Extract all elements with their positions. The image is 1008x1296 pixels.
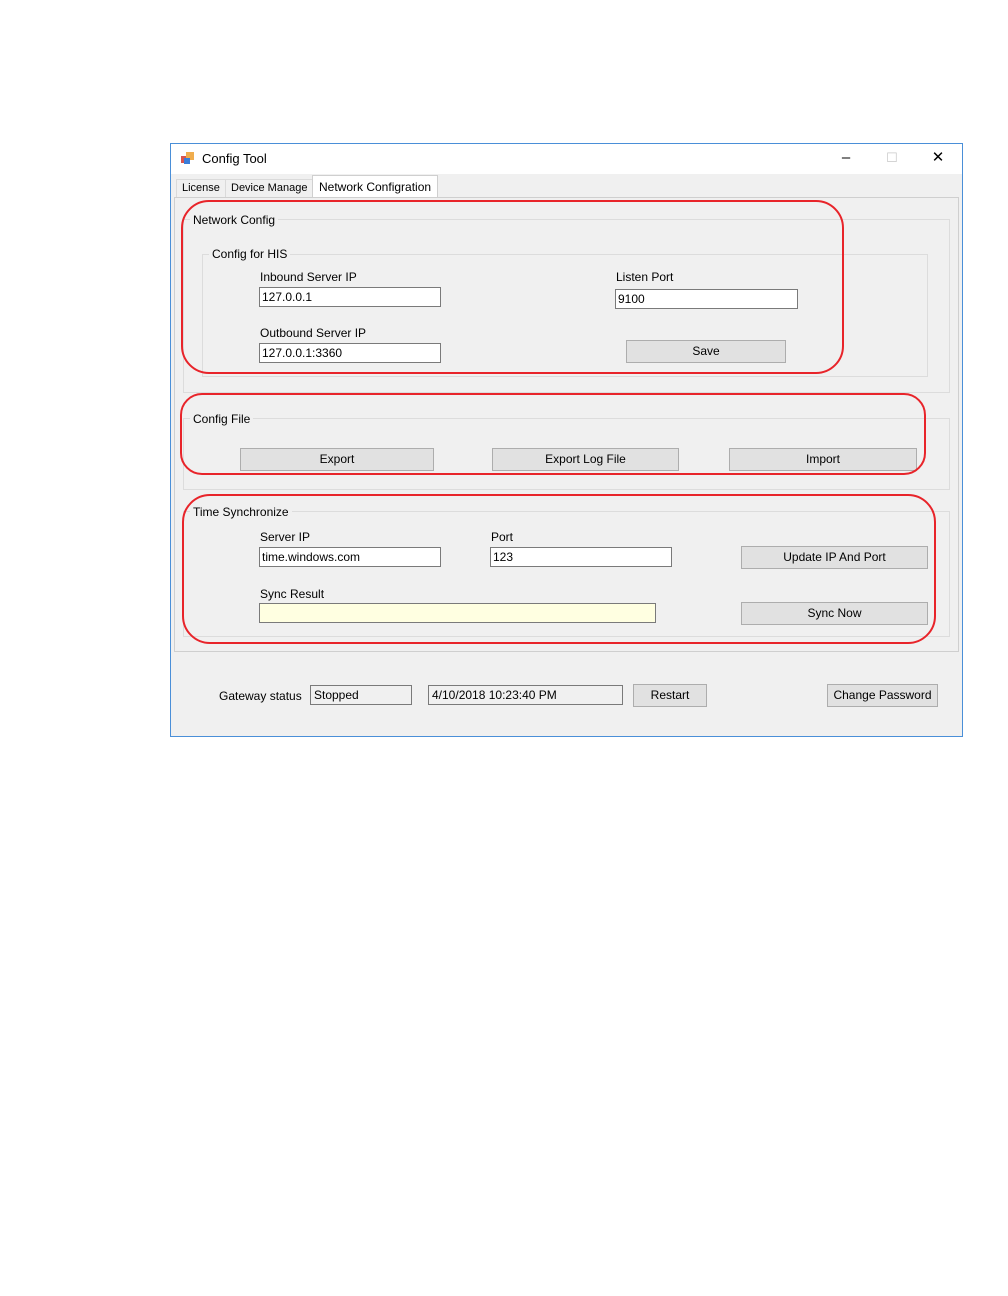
gateway-timestamp: 4/10/2018 10:23:40 PM xyxy=(428,685,623,705)
maximize-button: ☐ xyxy=(869,144,915,174)
tab-network-configration[interactable]: Network Configration xyxy=(312,175,439,198)
app-icon xyxy=(181,152,194,164)
restart-button[interactable]: Restart xyxy=(633,684,707,707)
change-password-button[interactable]: Change Password xyxy=(827,684,938,707)
close-icon: ✕ xyxy=(931,149,945,166)
window-title: Config Tool xyxy=(202,151,267,166)
annotation-outline-network-config xyxy=(181,200,844,374)
tab-strip: License Device Manage Network Configrati… xyxy=(171,174,962,198)
annotation-outline-config-file xyxy=(180,393,926,475)
minimize-icon: – xyxy=(841,149,851,166)
minimize-button[interactable]: – xyxy=(823,144,869,174)
annotation-outline-time-synchronize xyxy=(182,494,936,644)
gateway-status-value: Stopped xyxy=(310,685,412,705)
maximize-icon: ☐ xyxy=(886,150,898,165)
tab-device-manage[interactable]: Device Manage xyxy=(225,179,314,197)
title-bar[interactable]: Config Tool – ☐ ✕ xyxy=(171,144,962,174)
close-button[interactable]: ✕ xyxy=(915,144,961,174)
gateway-status-label: Gateway status xyxy=(219,689,302,703)
tab-license[interactable]: License xyxy=(176,179,226,197)
